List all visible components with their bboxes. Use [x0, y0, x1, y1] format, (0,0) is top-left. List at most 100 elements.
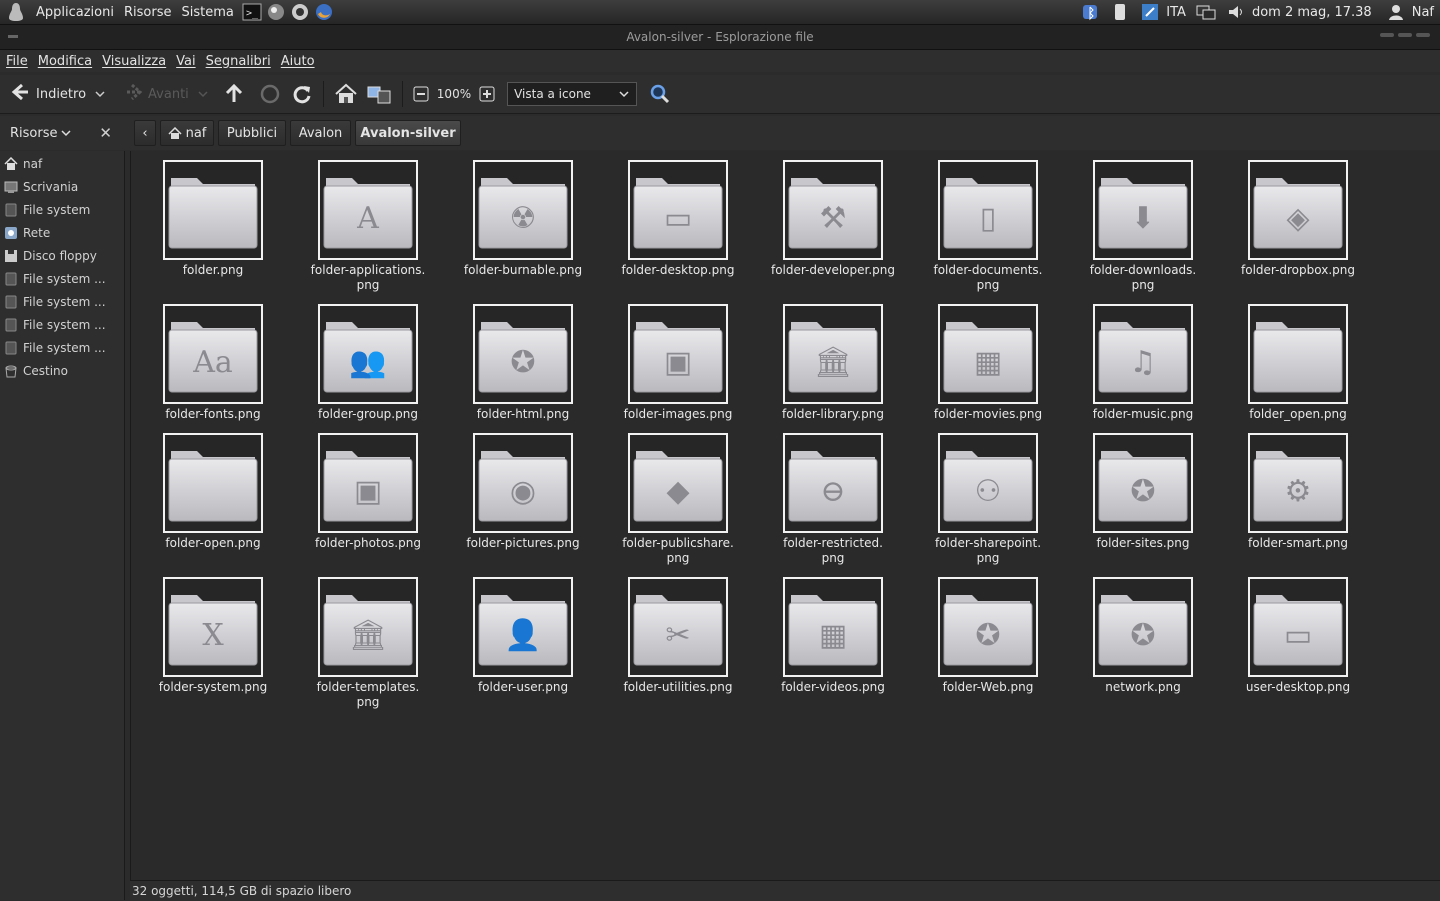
window-title-bar[interactable]: Avalon-silver - Esplorazione file	[0, 25, 1440, 50]
file-name-label: folder-library.png	[782, 407, 884, 421]
sidebar-item-label: Rete	[23, 226, 51, 240]
panel-menu-risorse[interactable]: Risorse	[124, 5, 172, 20]
folder-icon: 🏛	[318, 577, 418, 677]
chevron-down-icon[interactable]	[60, 127, 72, 139]
network-status-icon[interactable]	[1196, 2, 1216, 22]
folder-icon: ◈	[1248, 160, 1348, 260]
file-name-label: folder-desktop.png	[621, 263, 735, 277]
user-name[interactable]: Naf	[1412, 5, 1434, 20]
home-icon	[335, 83, 357, 103]
menu-visualizza[interactable]: Visualizza	[102, 54, 166, 69]
svg-text:▦: ▦	[974, 345, 1002, 380]
keyboard-indicator-icon[interactable]	[1140, 2, 1160, 22]
reload-button[interactable]	[287, 79, 317, 109]
back-button[interactable]: Indietro	[6, 79, 90, 109]
floppy-icon	[4, 249, 18, 263]
sidebar-item[interactable]: Disco floppy	[0, 245, 124, 267]
drive-icon	[4, 295, 18, 309]
maximize-button[interactable]	[1398, 33, 1412, 37]
sidebar-item-label: Scrivania	[23, 180, 79, 194]
file-name-label: folder-sites.png	[1096, 536, 1190, 550]
file-name-label: user-desktop.png	[1245, 680, 1351, 694]
folder-icon: ⬇	[1093, 160, 1193, 260]
keyboard-layout[interactable]: ITA	[1166, 5, 1186, 20]
bluetooth-icon[interactable]	[1080, 2, 1100, 22]
sidebar-item[interactable]: Scrivania	[0, 176, 124, 198]
file-name-label: folder_open.png	[1249, 407, 1347, 421]
svg-text:⚇: ⚇	[975, 474, 1002, 509]
svg-text:◈: ◈	[1286, 201, 1309, 236]
folder-icon: ▯	[938, 160, 1038, 260]
menu-vai[interactable]: Vai	[176, 54, 195, 69]
sidebar-item[interactable]: Cestino	[0, 360, 124, 382]
file-name-label: folder-templates. png	[316, 680, 420, 709]
trash-icon	[4, 364, 18, 378]
minimize-button[interactable]	[1380, 33, 1394, 37]
sidebar-item[interactable]: File system ...	[0, 314, 124, 336]
zoom-in-icon	[479, 86, 495, 102]
breadcrumb-scroll-left[interactable]: ‹	[134, 120, 156, 146]
sidebar-item[interactable]: File system	[0, 199, 124, 221]
sidebar-item[interactable]: File system ...	[0, 291, 124, 313]
distro-logo-icon[interactable]	[6, 2, 26, 22]
sidebar-item[interactable]: File system ...	[0, 268, 124, 290]
volume-icon[interactable]	[1226, 2, 1246, 22]
forward-history-dropdown[interactable]	[193, 79, 213, 109]
pidgin-icon[interactable]	[266, 2, 286, 22]
file-name-label: folder-Web.png	[942, 680, 1034, 694]
sidebar-item[interactable]: File system ...	[0, 337, 124, 359]
view-mode-select[interactable]: Vista a icone	[507, 82, 638, 106]
breadcrumb-avalon[interactable]: Avalon	[290, 120, 351, 146]
panel-menu-sistema[interactable]: Sistema	[181, 5, 233, 20]
folder-icon: 🏛	[783, 304, 883, 404]
firefox-icon[interactable]	[314, 2, 334, 22]
drive-icon	[4, 272, 18, 286]
close-window-button[interactable]	[1416, 33, 1430, 37]
panel-menu-applicazioni[interactable]: Applicazioni	[36, 5, 114, 20]
svg-text:A: A	[356, 201, 379, 236]
file-name-label: folder-sharepoint. png	[934, 536, 1042, 565]
menu-aiuto[interactable]: Aiuto	[281, 54, 315, 69]
window-controls	[1380, 33, 1430, 37]
sidebar-item[interactable]: naf	[0, 153, 124, 175]
svg-text:✂: ✂	[665, 618, 690, 653]
sidebar-item-label: Disco floppy	[23, 249, 97, 263]
chat-icon[interactable]	[290, 2, 310, 22]
menu-file[interactable]: File	[6, 54, 28, 69]
menu-segnalibri[interactable]: Segnalibri	[206, 54, 271, 69]
terminal-icon[interactable]: >_	[242, 2, 262, 22]
folder-icon: ⚇	[938, 433, 1038, 533]
location-row: Risorse ✕ ‹ naf Pubblici Avalon Avalon-s…	[0, 116, 1440, 150]
breadcrumb-pubblici[interactable]: Pubblici	[218, 120, 286, 146]
side-pane-selector[interactable]: Risorse	[10, 126, 58, 141]
close-side-pane-button[interactable]: ✕	[99, 124, 112, 142]
icon-view[interactable]: folder.png Afolder-applications. png ☢ fold…	[130, 151, 1440, 880]
window-menu-icon[interactable]	[8, 35, 18, 38]
forward-button[interactable]: Avanti	[118, 79, 193, 109]
up-button[interactable]	[219, 79, 249, 109]
computer-button[interactable]	[362, 79, 396, 109]
clock[interactable]: dom 2 mag, 17.38	[1252, 5, 1372, 20]
zoom-in-button[interactable]	[475, 79, 499, 109]
folder-icon: ✪	[938, 577, 1038, 677]
device-icon[interactable]	[1110, 2, 1130, 22]
file-name-label: folder-restricted. png	[783, 536, 883, 565]
breadcrumb-naf[interactable]: naf	[160, 120, 214, 146]
back-history-dropdown[interactable]	[90, 79, 110, 109]
home-icon	[4, 156, 18, 171]
side-pane: naf Scrivania File system Rete Disco floppy F…	[0, 151, 125, 385]
stop-button[interactable]	[255, 79, 285, 109]
breadcrumb-avalon-silver[interactable]: Avalon-silver	[355, 120, 461, 146]
home-icon	[168, 126, 182, 139]
toolbar: Indietro Avanti 100% Vista a icone	[0, 75, 1440, 114]
home-button[interactable]	[330, 79, 362, 109]
file-name-label: folder-utilities.png	[623, 680, 733, 694]
zoom-out-button[interactable]	[409, 79, 433, 109]
sidebar-item[interactable]: Rete	[0, 222, 124, 244]
folder-icon	[163, 433, 263, 533]
file-name-label: folder-documents. png	[933, 263, 1043, 292]
user-avatar-icon[interactable]	[1386, 2, 1406, 22]
svg-text:🏛: 🏛	[349, 618, 387, 653]
menu-modifica[interactable]: Modifica	[38, 54, 92, 69]
search-button[interactable]	[645, 79, 675, 109]
